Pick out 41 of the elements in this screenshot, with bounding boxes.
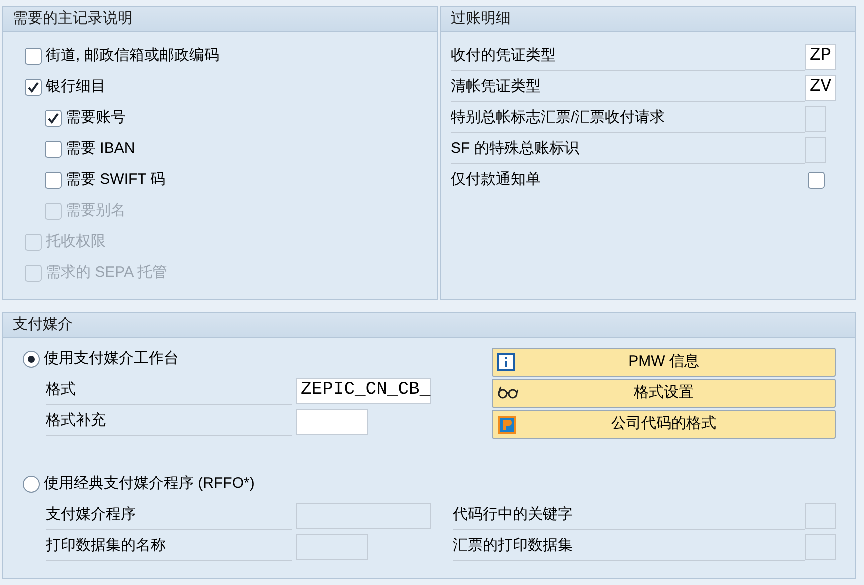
radio-button[interactable] — [23, 351, 40, 368]
info-icon — [497, 353, 515, 371]
glasses-icon — [497, 384, 519, 400]
option-label: 需要账号 — [66, 108, 126, 128]
option-label: 需要 SWIFT 码 — [66, 170, 166, 190]
checkbox[interactable] — [25, 48, 42, 65]
checkbox[interactable] — [45, 141, 62, 158]
radio-label: 使用支付媒介工作台 — [44, 349, 179, 370]
field-label: 支付媒介程序 — [46, 502, 292, 530]
field-label: 特别总帐标志汇票/汇票收付请求 — [451, 104, 805, 132]
toolbar-button[interactable]: 公司代码的格式 — [492, 410, 836, 439]
field-label: 格式补充 — [46, 408, 292, 436]
option-label: 需要 IBAN — [66, 139, 136, 160]
checkbox[interactable] — [45, 110, 62, 127]
option-label: 银行细目 — [46, 77, 106, 98]
checkbox[interactable] — [808, 172, 825, 189]
checkbox[interactable] — [25, 79, 42, 96]
field-label: 收付的凭证类型 — [451, 42, 805, 70]
field-label: SF 的特殊总账标识 — [451, 136, 805, 164]
radio-button[interactable] — [23, 476, 40, 493]
option-label: 街道, 邮政信箱或邮政编码 — [46, 46, 220, 66]
field-label: 清帐凭证类型 — [451, 74, 805, 102]
checkbox[interactable] — [45, 172, 62, 189]
input-field[interactable]: ZP — [805, 44, 836, 70]
section-title: 需要的主记录说明 — [13, 8, 133, 29]
field-label: 仅付款通知单 — [451, 170, 542, 190]
input-field[interactable] — [296, 408, 368, 434]
field-label: 打印数据集的名称 — [46, 532, 292, 560]
field-label: 代码行中的关键字 — [453, 502, 805, 530]
section-title: 支付媒介 — [13, 314, 73, 335]
radio-label: 使用经典支付媒介程序 (RFFO*) — [44, 474, 255, 494]
toolbar-button[interactable]: PMW 信息 — [492, 348, 836, 377]
toolbar-button[interactable]: 格式设置 — [492, 379, 836, 408]
field-label: 格式 — [46, 376, 292, 404]
input-field[interactable]: ZEPIC_CN_CB_ — [296, 378, 431, 404]
option-label: 需要别名 — [66, 201, 126, 222]
section-title: 过账明细 — [451, 8, 511, 29]
field-label: 汇票的打印数据集 — [453, 532, 805, 560]
input-field[interactable]: ZV — [805, 74, 836, 100]
option-label: 托收权限 — [46, 232, 106, 252]
option-label: 需求的 SEPA 托管 — [46, 263, 168, 284]
